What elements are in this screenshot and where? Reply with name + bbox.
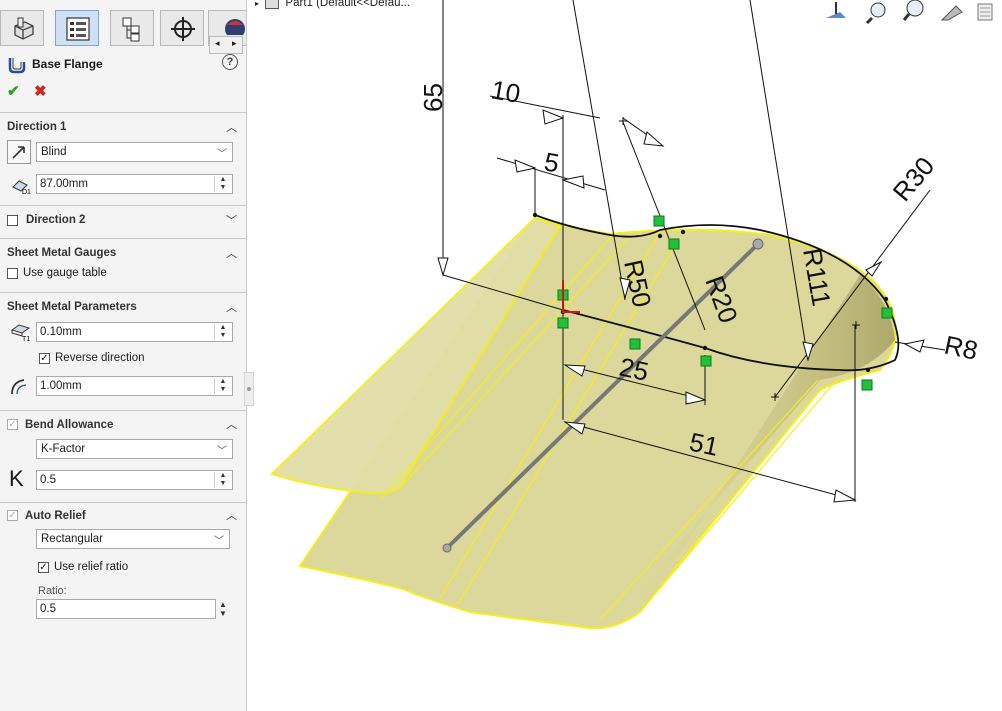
gauges-header[interactable]: Sheet Metal Gauges <box>7 247 116 259</box>
direction1-header[interactable]: Direction 1 <box>7 121 66 133</box>
chevron-down-icon: ﹀ <box>217 149 227 160</box>
ratio-label: Ratio: <box>38 585 67 597</box>
use-relief-ratio-label: Use relief ratio <box>54 561 129 573</box>
dimension-5[interactable]: 5 <box>542 146 561 178</box>
tab-configuration-manager[interactable] <box>110 10 154 46</box>
divider <box>0 410 246 411</box>
end-condition-select[interactable]: Blind ﹀ <box>36 142 233 162</box>
dimension-51[interactable]: 51 <box>687 427 722 462</box>
bend-allowance-type-value: K-Factor <box>41 443 86 455</box>
bend-allowance-type-select[interactable]: K-Factor ﹀ <box>36 439 233 459</box>
reverse-direction-icon[interactable] <box>7 140 31 164</box>
dimension-65[interactable]: 65 <box>418 83 448 112</box>
ratio-value: 0.5 <box>40 603 56 615</box>
direction2-header[interactable]: Direction 2 <box>26 214 85 226</box>
bend-allowance-header[interactable]: Bend Allowance <box>25 419 113 431</box>
tab-dimxpert-manager[interactable] <box>160 10 204 46</box>
help-icon[interactable]: ? <box>222 54 238 70</box>
depth-value: 87.00mm <box>40 178 88 190</box>
relief-type-value: Rectangular <box>41 533 104 545</box>
bend-radius-value: 1.00mm <box>40 380 82 392</box>
configuration-icon <box>122 17 140 42</box>
property-list-icon <box>66 17 90 41</box>
ratio-input[interactable]: 0.5 <box>36 599 216 619</box>
use-relief-ratio-checkbox[interactable]: ✓ <box>38 562 49 573</box>
crosshair-icon <box>171 17 195 41</box>
ratio-spinner[interactable]: ▲ ▼ <box>219 600 227 618</box>
chevron-down-icon[interactable]: ﹀ <box>226 212 237 228</box>
cancel-button[interactable]: ✖ <box>34 82 47 100</box>
graphics-area[interactable]: 65 10 5 R50 R20 R111 R30 R8 25 51 <box>247 0 1002 711</box>
chevron-up-icon[interactable]: ︿ <box>226 507 237 523</box>
divider <box>0 205 246 206</box>
svg-text:D1: D1 <box>22 189 31 195</box>
scroll-left-icon[interactable]: ◂ <box>215 38 220 49</box>
axis-start-point[interactable] <box>442 543 452 553</box>
thickness-t1-icon: T1 <box>10 324 30 342</box>
k-factor-label: K <box>9 466 24 491</box>
thickness-spinner[interactable]: ▲ ▼ <box>214 324 231 340</box>
k-factor-input[interactable]: 0.5 ▲ ▼ <box>36 470 233 490</box>
divider <box>0 238 246 239</box>
divider <box>0 112 246 113</box>
property-manager-panel: ◂ ▸ Base Flange ? ✔ ✖ Direction 1 ︿ Blin… <box>0 0 247 711</box>
dimension-r30[interactable]: R30 <box>887 151 941 207</box>
tab-property-manager[interactable] <box>55 10 99 46</box>
divider <box>0 292 246 293</box>
manager-tabs: ◂ ▸ <box>0 10 246 54</box>
end-condition-value: Blind <box>41 146 67 158</box>
relief-type-select[interactable]: Rectangular ﹀ <box>36 529 230 549</box>
use-gauge-table-label: Use gauge table <box>23 267 107 279</box>
use-gauge-table-checkbox[interactable] <box>7 268 18 279</box>
chevron-up-icon[interactable]: ︿ <box>226 245 237 261</box>
k-factor-value: 0.5 <box>40 474 56 486</box>
tab-scroll-arrows[interactable]: ◂ ▸ <box>209 36 243 54</box>
ok-button[interactable]: ✔ <box>7 82 20 100</box>
feature-tree-icon <box>14 17 34 40</box>
axis-end-point[interactable] <box>752 238 764 250</box>
auto-relief-header[interactable]: Auto Relief <box>25 510 86 522</box>
k-factor-spinner[interactable]: ▲ ▼ <box>214 472 231 488</box>
reverse-direction-label: Reverse direction <box>55 352 145 364</box>
chevron-down-icon: ﹀ <box>217 446 227 457</box>
reverse-direction-checkbox[interactable]: ✓ <box>39 353 50 364</box>
thickness-value: 0.10mm <box>40 326 82 338</box>
depth-spinner[interactable]: ▲ ▼ <box>214 176 231 192</box>
chevron-up-icon[interactable]: ︿ <box>226 119 237 135</box>
thickness-input[interactable]: 0.10mm ▲ ▼ <box>36 322 233 342</box>
depth-d1-icon: D1 <box>12 180 31 195</box>
depth-input[interactable]: 87.00mm ▲ ▼ <box>36 174 233 194</box>
chevron-up-icon[interactable]: ︿ <box>226 299 237 315</box>
direction2-checkbox[interactable] <box>7 215 18 226</box>
page-title: Base Flange <box>32 57 103 71</box>
chevron-down-icon: ﹀ <box>214 536 224 547</box>
svg-text:T1: T1 <box>22 336 30 342</box>
bend-radius-input[interactable]: 1.00mm ▲ ▼ <box>36 376 233 396</box>
bend-radius-spinner[interactable]: ▲ ▼ <box>214 378 231 394</box>
parameters-header[interactable]: Sheet Metal Parameters <box>7 301 137 313</box>
base-flange-icon <box>8 58 26 74</box>
tab-feature-manager[interactable] <box>0 10 44 46</box>
bend-radius-icon <box>11 379 27 395</box>
auto-relief-checkbox[interactable]: ✓ <box>7 510 18 521</box>
divider <box>0 502 246 503</box>
feature-title-row: Base Flange ? <box>6 54 242 74</box>
dimension-25[interactable]: 25 <box>617 352 652 387</box>
dimension-10[interactable]: 10 <box>489 74 523 109</box>
bend-allowance-checkbox[interactable]: ✓ <box>7 419 18 430</box>
dimension-r8[interactable]: R8 <box>942 330 981 366</box>
chevron-up-icon[interactable]: ︿ <box>226 416 237 432</box>
appearance-sphere-icon <box>225 19 245 35</box>
scroll-right-icon[interactable]: ▸ <box>232 38 237 49</box>
